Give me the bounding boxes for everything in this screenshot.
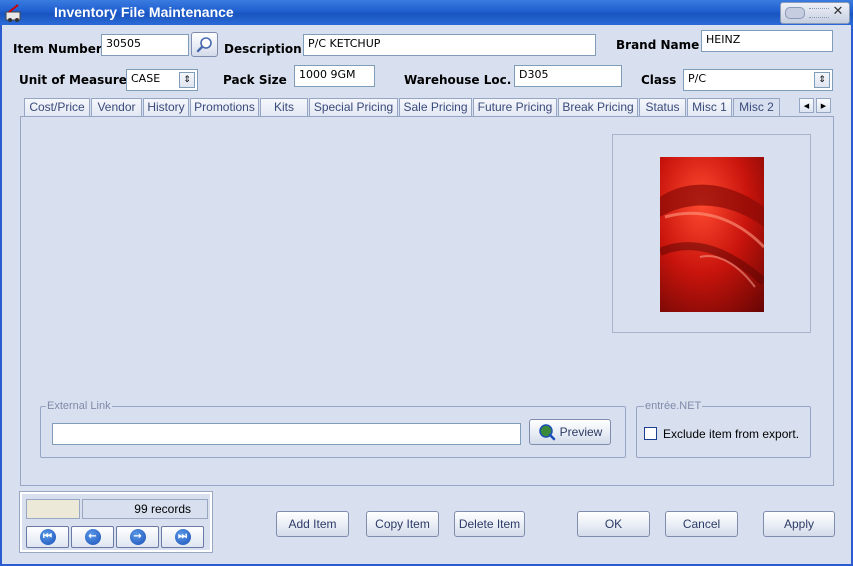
class-label: Class — [641, 73, 677, 87]
tab-misc-1[interactable]: Misc 1 — [687, 98, 732, 116]
add-item-button[interactable]: Add Item — [276, 511, 349, 537]
tab-future-pricing[interactable]: Future Pricing — [473, 98, 557, 116]
brand-name-label: Brand Name — [616, 38, 700, 52]
first-record-button[interactable]: ⏮ — [26, 526, 69, 548]
product-image — [660, 157, 764, 312]
entree-net-group-title: entrée.NET — [644, 400, 703, 412]
tab-break-pricing[interactable]: Break Pricing — [558, 98, 638, 116]
window-title: Inventory File Maintenance — [54, 4, 234, 20]
unit-of-measure-label: Unit of Measure — [19, 73, 127, 87]
pack-size-label: Pack Size — [223, 73, 287, 87]
tab-promotions[interactable]: Promotions — [190, 98, 259, 116]
first-record-icon: ⏮ — [39, 529, 56, 545]
class-value: P/C — [688, 72, 707, 85]
last-record-icon: ⏭ — [174, 529, 191, 545]
tab-sale-pricing[interactable]: Sale Pricing — [399, 98, 472, 116]
tab-special-pricing[interactable]: Special Pricing — [309, 98, 398, 116]
close-icon[interactable]: ✕ — [831, 4, 845, 20]
brand-name-field[interactable]: HEINZ — [701, 30, 833, 52]
tab-cost-price[interactable]: Cost/Price — [24, 98, 90, 116]
item-number-field[interactable]: 30505 — [101, 34, 189, 56]
external-link-input[interactable] — [52, 423, 521, 445]
warehouse-loc-label: Warehouse Loc. — [404, 73, 512, 87]
tab-history[interactable]: History — [143, 98, 189, 116]
last-record-button[interactable]: ⏭ — [161, 526, 204, 548]
unit-of-measure-dropdown-icon[interactable]: ⇕ — [179, 72, 195, 88]
tab-vendor[interactable]: Vendor — [91, 98, 142, 116]
delete-item-button[interactable]: Delete Item — [454, 511, 525, 537]
external-link-group-title: External Link — [46, 400, 112, 412]
description-field[interactable]: P/C KETCHUP — [303, 34, 596, 56]
previous-record-button[interactable]: ← — [71, 526, 114, 548]
ok-button[interactable]: OK — [577, 511, 650, 537]
description-label: Description — [224, 42, 302, 56]
item-number-label: Item Number — [13, 42, 102, 56]
globe-search-icon — [538, 424, 555, 441]
record-position-field — [26, 499, 80, 519]
exclude-from-export-label: Exclude item from export. — [663, 427, 800, 441]
grip-icon — [809, 8, 829, 18]
tab-misc-2[interactable]: Misc 2 — [733, 98, 780, 116]
apply-button[interactable]: Apply — [763, 511, 835, 537]
window-controls: ✕ — [780, 2, 850, 24]
class-select[interactable]: P/C — [683, 69, 833, 91]
tab-kits[interactable]: Kits — [260, 98, 308, 116]
pack-size-field[interactable]: 1000 9GM — [294, 65, 375, 87]
title-bar[interactable]: Inventory File Maintenance ✕ — [0, 0, 853, 25]
tab-scroll-right-icon[interactable]: ▶ — [816, 98, 831, 113]
product-image-frame[interactable] — [612, 134, 811, 333]
magnifier-icon — [196, 36, 212, 52]
warehouse-loc-field[interactable]: D305 — [514, 65, 622, 87]
record-navigator: 99 records ⏮ ← → ⏭ — [19, 491, 213, 553]
record-count: 99 records — [82, 499, 208, 519]
previous-record-icon: ← — [84, 529, 101, 545]
cancel-button[interactable]: Cancel — [665, 511, 738, 537]
exclude-from-export-checkbox[interactable] — [644, 427, 657, 440]
tab-bar: Cost/Price Vendor History Promotions Kit… — [20, 98, 834, 116]
next-record-button[interactable]: → — [116, 526, 159, 548]
tab-status[interactable]: Status — [639, 98, 686, 116]
tab-scroll-left-icon[interactable]: ◀ — [799, 98, 814, 113]
minimize-icon[interactable] — [785, 7, 805, 19]
preview-button-label: Preview — [559, 425, 603, 439]
class-dropdown-icon[interactable]: ⇕ — [814, 72, 830, 88]
preview-button[interactable]: Preview — [529, 419, 611, 445]
copy-item-button[interactable]: Copy Item — [366, 511, 439, 537]
next-record-icon: → — [129, 529, 146, 545]
unit-of-measure-value: CASE — [131, 72, 161, 85]
app-icon[interactable] — [4, 3, 24, 23]
item-search-button[interactable] — [191, 32, 218, 57]
